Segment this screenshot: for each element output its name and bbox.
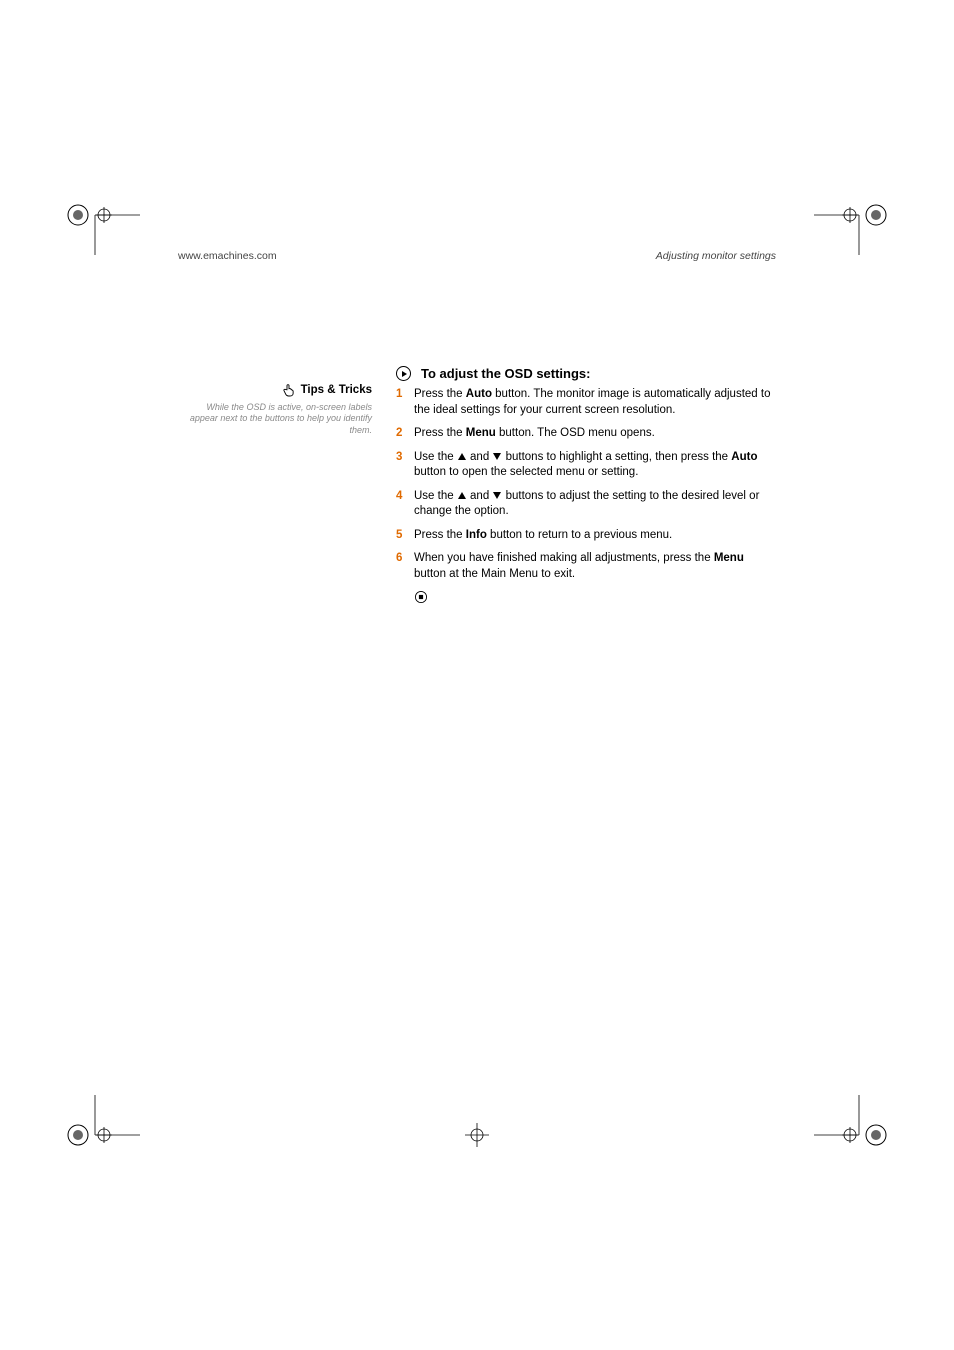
header-right-section: Adjusting monitor settings <box>656 250 776 262</box>
step-4: Use the and buttons to adjust the settin… <box>396 489 776 520</box>
end-of-procedure-icon <box>414 590 776 604</box>
running-header: www.emachines.com Adjusting monitor sett… <box>178 250 776 266</box>
tips-sidebar: Tips & Tricks While the OSD is active, o… <box>178 366 378 604</box>
play-icon <box>396 366 411 381</box>
header-left-url: www.emachines.com <box>178 250 277 262</box>
procedure-steps: Press the Auto button. The monitor image… <box>396 387 776 582</box>
triangle-down-icon <box>493 453 501 460</box>
print-registration-mark <box>814 175 894 255</box>
procedure-title: To adjust the OSD settings: <box>421 366 591 381</box>
triangle-down-icon <box>493 492 501 499</box>
triangle-up-icon <box>458 453 466 460</box>
tips-label: Tips & Tricks <box>301 384 372 396</box>
print-registration-mark <box>60 1095 140 1175</box>
procedure-heading: To adjust the OSD settings: <box>396 366 776 381</box>
step-1: Press the Auto button. The monitor image… <box>396 387 776 418</box>
step-3: Use the and buttons to highlight a setti… <box>396 450 776 481</box>
print-registration-mark <box>437 1095 517 1175</box>
print-registration-mark <box>814 1095 894 1175</box>
step-2: Press the Menu button. The OSD menu open… <box>396 426 776 442</box>
procedure-block: To adjust the OSD settings: Press the Au… <box>378 366 776 604</box>
print-registration-mark <box>60 175 140 255</box>
step-6: When you have finished making all adjust… <box>396 551 776 582</box>
tips-body-text: While the OSD is active, on-screen label… <box>178 402 372 436</box>
tips-heading: Tips & Tricks <box>281 382 372 398</box>
step-5: Press the Info button to return to a pre… <box>396 528 776 544</box>
triangle-up-icon <box>458 492 466 499</box>
pointing-hand-icon <box>281 382 297 398</box>
